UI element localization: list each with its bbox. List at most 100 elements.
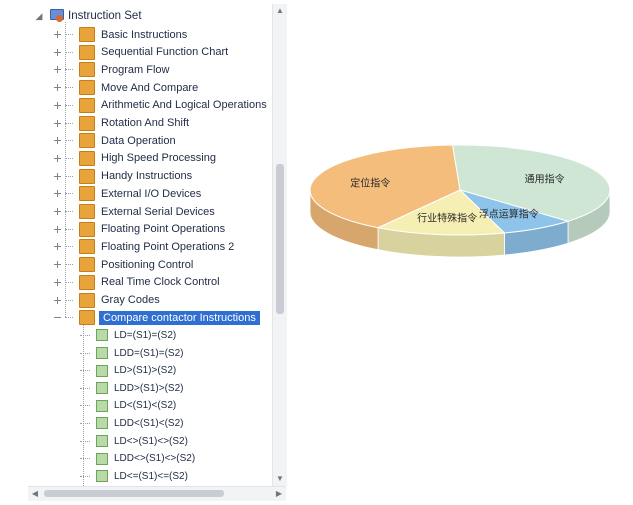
expand-icon[interactable] [52,118,63,129]
tree-node-category[interactable]: Real Time Clock Control [52,274,220,291]
tree-node-category[interactable]: Rotation And Shift [52,115,189,132]
expand-icon[interactable] [52,29,63,40]
tree-node-category[interactable]: Data Operation [52,132,176,149]
tree-leaf-label: LD>(S1)>(S2) [114,365,177,377]
expand-icon[interactable] [52,206,63,217]
tree-node-label: External I/O Devices [101,187,202,200]
expand-icon[interactable] [52,224,63,235]
tree-leaf-instruction[interactable]: LDD=(S1)=(S2) [80,345,183,362]
tree-connector [80,405,90,407]
tree-node-category[interactable]: Sequential Function Chart [52,44,228,61]
tree-connector [65,264,73,266]
tree-leaf-label: LDD>(S1)>(S2) [114,382,184,394]
tree-leaf-instruction[interactable]: LD>(S1)>(S2) [80,362,176,379]
collapse-arrow-icon[interactable]: ◢ [34,11,44,21]
folder-icon [79,27,95,42]
tree-node-category[interactable]: Positioning Control [52,256,193,273]
tree-connector [65,87,73,89]
tree-leaf-instruction[interactable]: LD<>(S1)<>(S2) [80,433,188,450]
tree-node-category[interactable]: Basic Instructions [52,26,187,43]
expand-icon[interactable] [52,82,63,93]
tree-connector [65,246,73,248]
tree-leaf-label: LD<=(S1)<=(S2) [114,470,188,482]
tree-connector [80,422,90,424]
scroll-down-icon[interactable]: ▼ [273,472,287,486]
tree-node-category[interactable]: Gray Codes [52,292,160,309]
tree-node-label: Floating Point Operations 2 [101,240,235,253]
folder-icon [79,44,95,60]
tree-node-category[interactable]: Compare contactor Instructions [52,309,260,326]
folder-icon [79,62,95,78]
scroll-up-icon[interactable]: ▲ [273,4,287,18]
tree-root[interactable]: ◢ Instruction Set [34,7,142,25]
expand-icon[interactable] [52,241,63,252]
folder-icon [79,292,95,308]
folder-icon [79,97,95,113]
tree-connector [65,211,73,212]
folder-icon [79,133,95,149]
tree-leaf-label: LDD<(S1)<(S2) [114,417,184,429]
instruction-set-icon [48,9,64,23]
tree-node-category[interactable]: Floating Point Operations 2 [52,238,234,255]
tree-horizontal-scrollbar[interactable]: ◀ ▶ [28,486,286,501]
tree-node-category[interactable]: Arithmetic And Logical Operations [52,97,267,114]
instruction-icon [96,470,108,483]
instruction-tree[interactable]: ◢ Instruction Set Basic Instructions Sequ… [28,4,286,500]
tree-connector [80,475,90,477]
tree-node-label: External Serial Devices [101,205,215,218]
tree-node-category[interactable]: Floating Point Operations [52,221,225,238]
folder-icon [79,204,95,219]
pie-slice-label: 浮点运算指令 [479,208,539,221]
expand-icon[interactable] [52,100,63,111]
tree-node-label: Gray Codes [101,294,160,306]
expand-icon[interactable] [52,64,63,75]
scrollbar-thumb[interactable] [276,164,284,314]
tree-connector [80,387,90,389]
tree-connector [65,175,73,177]
tree-connector [65,299,73,301]
tree-node-category[interactable]: Handy Instructions [52,168,192,185]
expand-icon[interactable] [52,171,63,182]
expand-icon[interactable] [52,259,63,270]
tree-node-category[interactable]: External Serial Devices [52,203,215,220]
folder-icon [79,115,95,131]
tree-node-label: High Speed Processing [101,152,216,165]
tree-connector [65,69,73,71]
tree-vertical-scrollbar[interactable]: ▲ ▼ [272,4,287,486]
tree-node-label: Positioning Control [101,258,194,271]
expand-icon[interactable] [52,153,63,164]
tree-node-category[interactable]: High Speed Processing [52,150,216,167]
tree-node-category[interactable]: Program Flow [52,61,169,78]
expand-icon[interactable] [52,47,63,58]
scroll-left-icon[interactable]: ◀ [28,487,42,501]
tree-leaf-instruction[interactable]: LDD<(S1)<(S2) [80,415,183,432]
collapse-icon[interactable] [52,312,63,323]
tree-node-category[interactable]: External I/O Devices [52,185,201,202]
scrollbar-thumb-horizontal[interactable] [44,490,224,497]
tree-leaf-instruction[interactable]: LD=(S1)=(S2) [80,327,176,344]
tree-connector [80,334,90,336]
instruction-icon [96,329,108,342]
tree-connector [65,193,73,195]
tree-leaf-instruction[interactable]: LDD>(S1)>(S2) [80,380,183,397]
expand-icon[interactable] [52,295,63,306]
tree-connector [80,370,90,372]
expand-icon[interactable] [52,135,63,146]
folder-icon [79,239,95,255]
tree-leaf-label: LDD=(S1)=(S2) [114,347,184,359]
expand-icon[interactable] [52,188,63,199]
tree-connector [65,228,73,230]
tree-leaf-label: LDD<>(S1)<>(S2) [114,453,196,465]
tree-node-label: Floating Point Operations [101,223,226,236]
scroll-right-icon[interactable]: ▶ [272,487,286,501]
folder-icon [79,310,95,326]
tree-node-category[interactable]: Move And Compare [52,79,198,96]
tree-leaf-instruction[interactable]: LD<=(S1)<=(S2) [80,468,188,485]
folder-icon [79,257,95,273]
tree-node-label: Rotation And Shift [101,117,190,129]
expand-icon[interactable] [52,277,63,288]
tree-leaf-instruction[interactable]: LDD<>(S1)<>(S2) [80,450,195,467]
tree-leaf-label: LD<>(S1)<>(S2) [114,435,188,447]
tree-node-label: Compare contactor Instructions [99,310,260,325]
tree-leaf-instruction[interactable]: LD<(S1)<(S2) [80,397,176,414]
